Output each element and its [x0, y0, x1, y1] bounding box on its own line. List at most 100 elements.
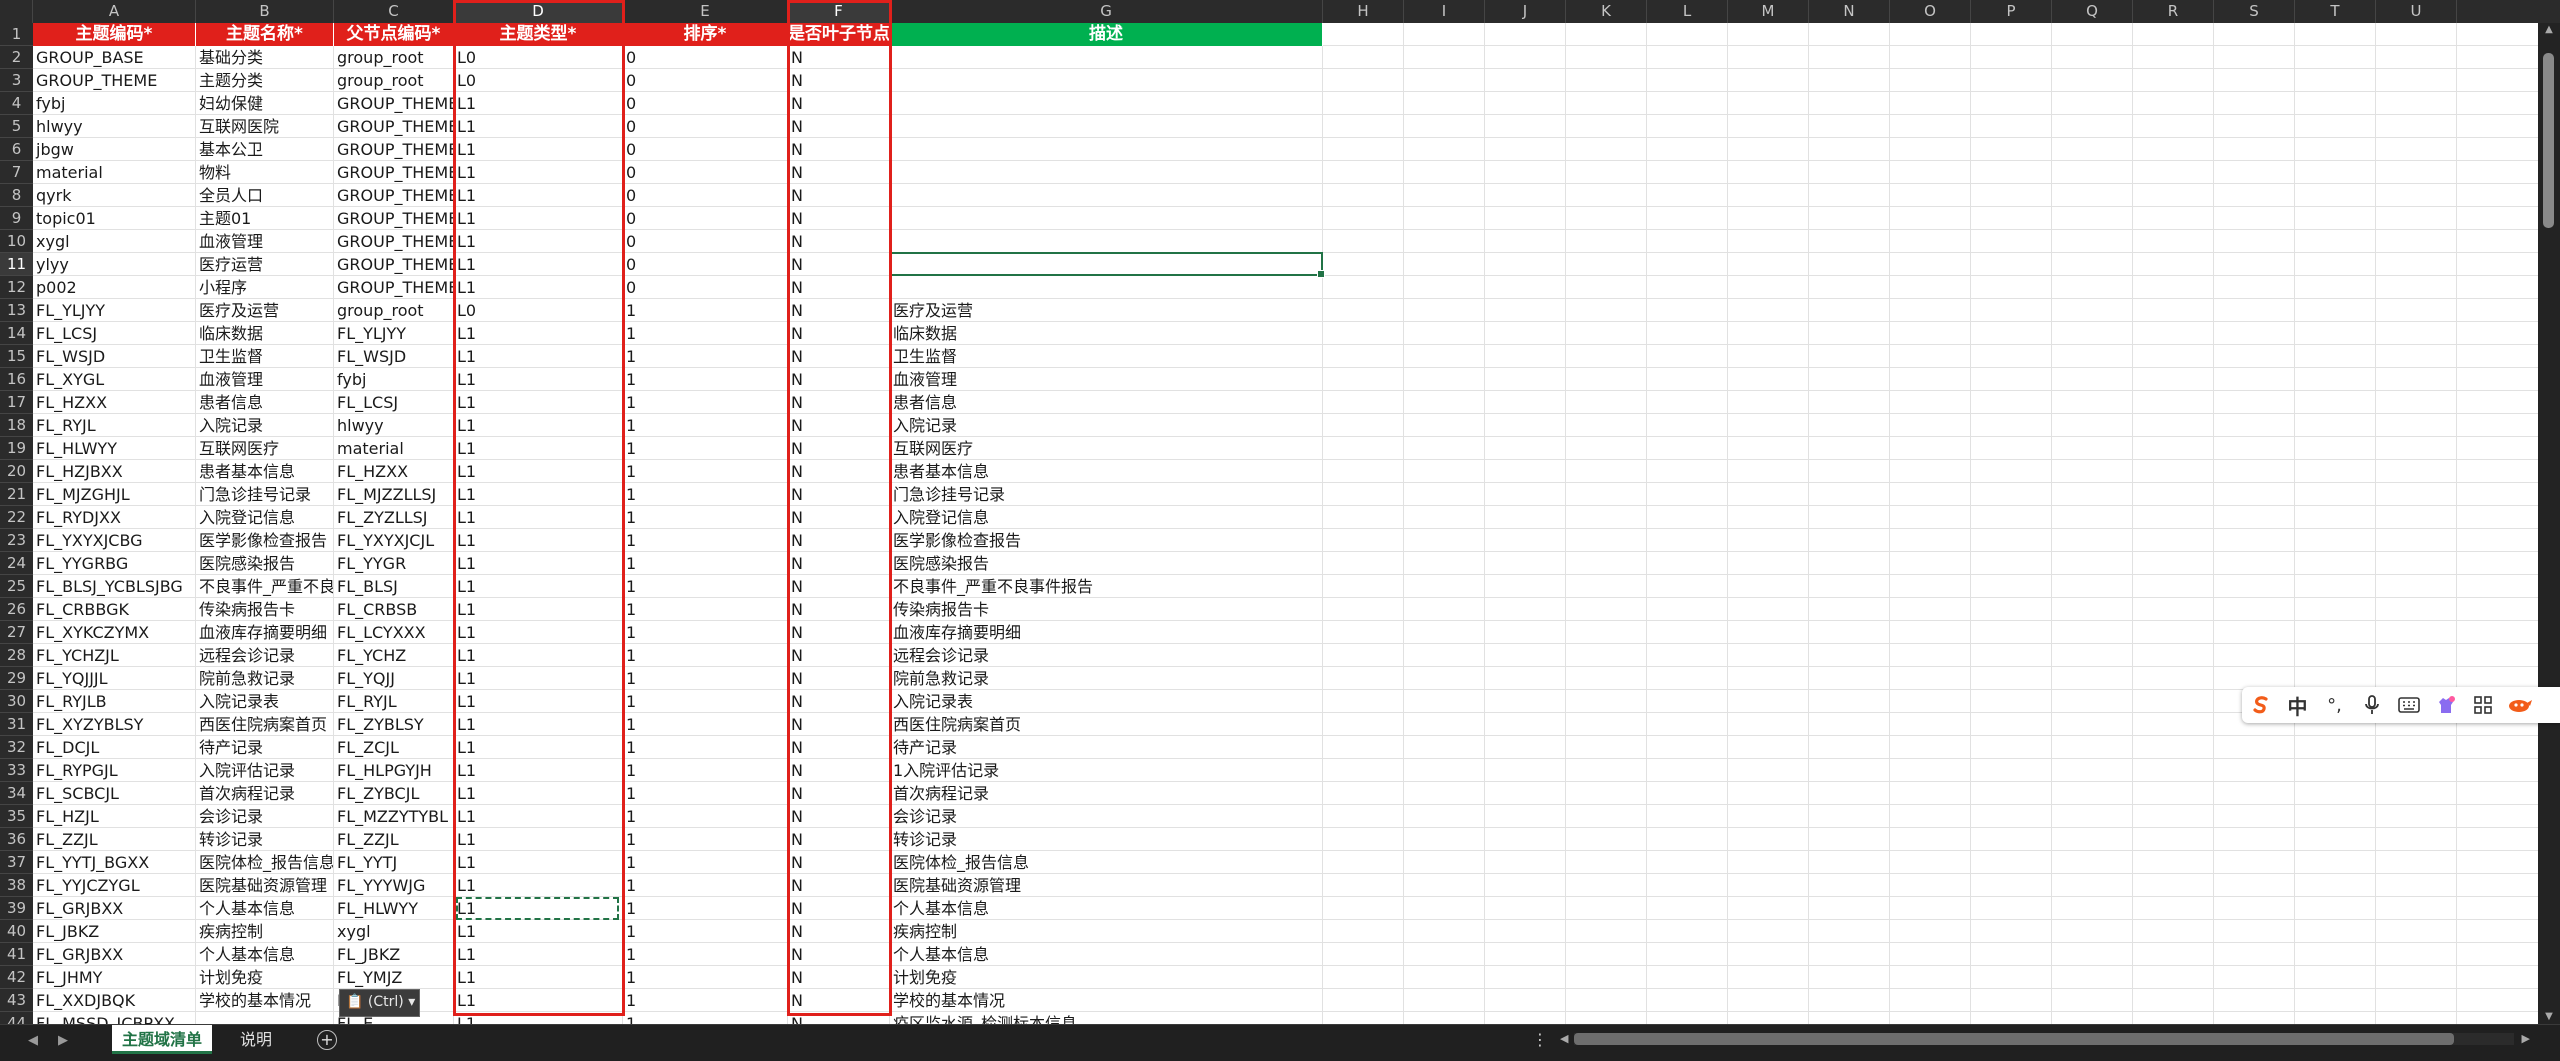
- row-header-44[interactable]: 44: [0, 1012, 33, 1024]
- table-cell[interactable]: L0: [454, 299, 623, 322]
- table-cell[interactable]: 血液库存摘要明细: [196, 621, 333, 644]
- table-cell[interactable]: 1: [623, 667, 788, 690]
- header-cell[interactable]: 主题类型*: [454, 23, 623, 46]
- table-cell[interactable]: N: [788, 414, 890, 437]
- table-cell[interactable]: L1: [454, 322, 623, 345]
- table-cell[interactable]: 卫生监督: [890, 345, 1323, 368]
- table-cell[interactable]: FL_XYGL: [33, 368, 196, 391]
- table-cell[interactable]: 1: [623, 644, 788, 667]
- table-cell[interactable]: 0: [623, 92, 788, 115]
- row-header-25[interactable]: 25: [0, 575, 33, 598]
- row-header-16[interactable]: 16: [0, 368, 33, 391]
- table-cell[interactable]: 互联网医院: [196, 115, 333, 138]
- sogou-logo-icon[interactable]: [2242, 687, 2279, 723]
- table-cell[interactable]: L1: [454, 943, 623, 966]
- table-cell[interactable]: material: [33, 161, 196, 184]
- table-cell[interactable]: N: [788, 207, 890, 230]
- table-cell[interactable]: GROUP_THEME: [334, 92, 453, 115]
- table-cell[interactable]: L1: [454, 644, 623, 667]
- row-header-36[interactable]: 36: [0, 828, 33, 851]
- table-cell[interactable]: 小程序: [196, 276, 333, 299]
- table-cell[interactable]: qyrk: [33, 184, 196, 207]
- table-cell[interactable]: L1: [454, 667, 623, 690]
- table-cell[interactable]: [196, 1012, 333, 1024]
- table-cell[interactable]: 待产记录: [196, 736, 333, 759]
- column-header-f[interactable]: F: [788, 0, 890, 23]
- table-cell[interactable]: FL_DCJL: [33, 736, 196, 759]
- column-header-i[interactable]: I: [1404, 0, 1485, 23]
- table-cell[interactable]: 1: [623, 598, 788, 621]
- table-cell[interactable]: 0: [623, 253, 788, 276]
- table-cell[interactable]: 院前急救记录: [890, 667, 1323, 690]
- row-header-32[interactable]: 32: [0, 736, 33, 759]
- table-cell[interactable]: 计划免疫: [890, 966, 1323, 989]
- row-header-10[interactable]: 10: [0, 230, 33, 253]
- table-cell[interactable]: L0: [454, 69, 623, 92]
- table-cell[interactable]: GROUP_BASE: [33, 46, 196, 69]
- table-cell[interactable]: 远程会诊记录: [890, 644, 1323, 667]
- column-header-p[interactable]: P: [1971, 0, 2052, 23]
- table-cell[interactable]: 1: [623, 506, 788, 529]
- table-cell[interactable]: L1: [454, 391, 623, 414]
- table-cell[interactable]: 血液库存摘要明细: [890, 621, 1323, 644]
- table-cell[interactable]: 疾病控制: [196, 920, 333, 943]
- table-cell[interactable]: FL_JBKZ: [33, 920, 196, 943]
- table-cell[interactable]: 1: [623, 345, 788, 368]
- table-cell[interactable]: 1: [623, 322, 788, 345]
- table-cell[interactable]: FL_BLSJ_YCBLSJBG: [33, 575, 196, 598]
- table-cell[interactable]: GROUP_THEME: [334, 230, 453, 253]
- table-cell[interactable]: 院前急救记录: [196, 667, 333, 690]
- table-cell[interactable]: FL_JHMY: [33, 966, 196, 989]
- table-cell[interactable]: 0: [623, 207, 788, 230]
- table-cell[interactable]: 1: [623, 989, 788, 1012]
- table-cell[interactable]: 转诊记录: [890, 828, 1323, 851]
- table-cell[interactable]: 远程会诊记录: [196, 644, 333, 667]
- table-cell[interactable]: 0: [623, 184, 788, 207]
- toolbox-grid-icon[interactable]: [2464, 687, 2501, 723]
- column-header-d[interactable]: D: [454, 0, 623, 23]
- next-sheet-icon[interactable]: ▶: [58, 1033, 68, 1048]
- table-cell[interactable]: 医院体检_报告信息: [196, 851, 333, 874]
- skin-icon[interactable]: [2427, 687, 2464, 723]
- table-cell[interactable]: 1: [623, 368, 788, 391]
- table-cell[interactable]: 0: [623, 138, 788, 161]
- table-cell[interactable]: group_root: [334, 299, 453, 322]
- table-cell[interactable]: N: [788, 391, 890, 414]
- table-cell[interactable]: fybj: [33, 92, 196, 115]
- table-cell[interactable]: FL_BLSJ: [334, 575, 453, 598]
- row-header-2[interactable]: 2: [0, 46, 33, 69]
- row-header-34[interactable]: 34: [0, 782, 33, 805]
- table-cell[interactable]: N: [788, 115, 890, 138]
- table-cell[interactable]: FL_ZCJL: [334, 736, 453, 759]
- table-cell[interactable]: 物料: [196, 161, 333, 184]
- table-cell[interactable]: L1: [454, 759, 623, 782]
- select-all-corner[interactable]: [0, 0, 33, 23]
- table-cell[interactable]: L1: [454, 989, 623, 1012]
- table-cell[interactable]: 1入院评估记录: [890, 759, 1323, 782]
- row-header-27[interactable]: 27: [0, 621, 33, 644]
- table-cell[interactable]: N: [788, 690, 890, 713]
- table-cell[interactable]: L1: [454, 92, 623, 115]
- header-cell[interactable]: 描述: [890, 23, 1323, 46]
- table-cell[interactable]: 1: [623, 437, 788, 460]
- table-cell[interactable]: 1: [623, 414, 788, 437]
- table-cell[interactable]: [890, 184, 1323, 207]
- table-cell[interactable]: FL_LCSJ: [334, 391, 453, 414]
- table-cell[interactable]: 1: [623, 851, 788, 874]
- table-cell[interactable]: FL_HZXX: [33, 391, 196, 414]
- table-cell[interactable]: N: [788, 460, 890, 483]
- table-cell[interactable]: 1: [623, 805, 788, 828]
- table-cell[interactable]: 1: [623, 782, 788, 805]
- row-header-43[interactable]: 43: [0, 989, 33, 1012]
- header-cell[interactable]: 父节点编码*: [334, 23, 454, 46]
- table-cell[interactable]: p002: [33, 276, 196, 299]
- table-cell[interactable]: N: [788, 897, 890, 920]
- table-cell[interactable]: 基本公卫: [196, 138, 333, 161]
- table-cell[interactable]: jbgw: [33, 138, 196, 161]
- punctuation-toggle[interactable]: °,: [2316, 687, 2353, 723]
- table-cell[interactable]: FL_RYDJXX: [33, 506, 196, 529]
- table-cell[interactable]: 待产记录: [890, 736, 1323, 759]
- table-cell[interactable]: FL_XXDJBQK: [33, 989, 196, 1012]
- table-cell[interactable]: GROUP_THEME: [334, 138, 453, 161]
- table-cell[interactable]: 个人基本信息: [196, 943, 333, 966]
